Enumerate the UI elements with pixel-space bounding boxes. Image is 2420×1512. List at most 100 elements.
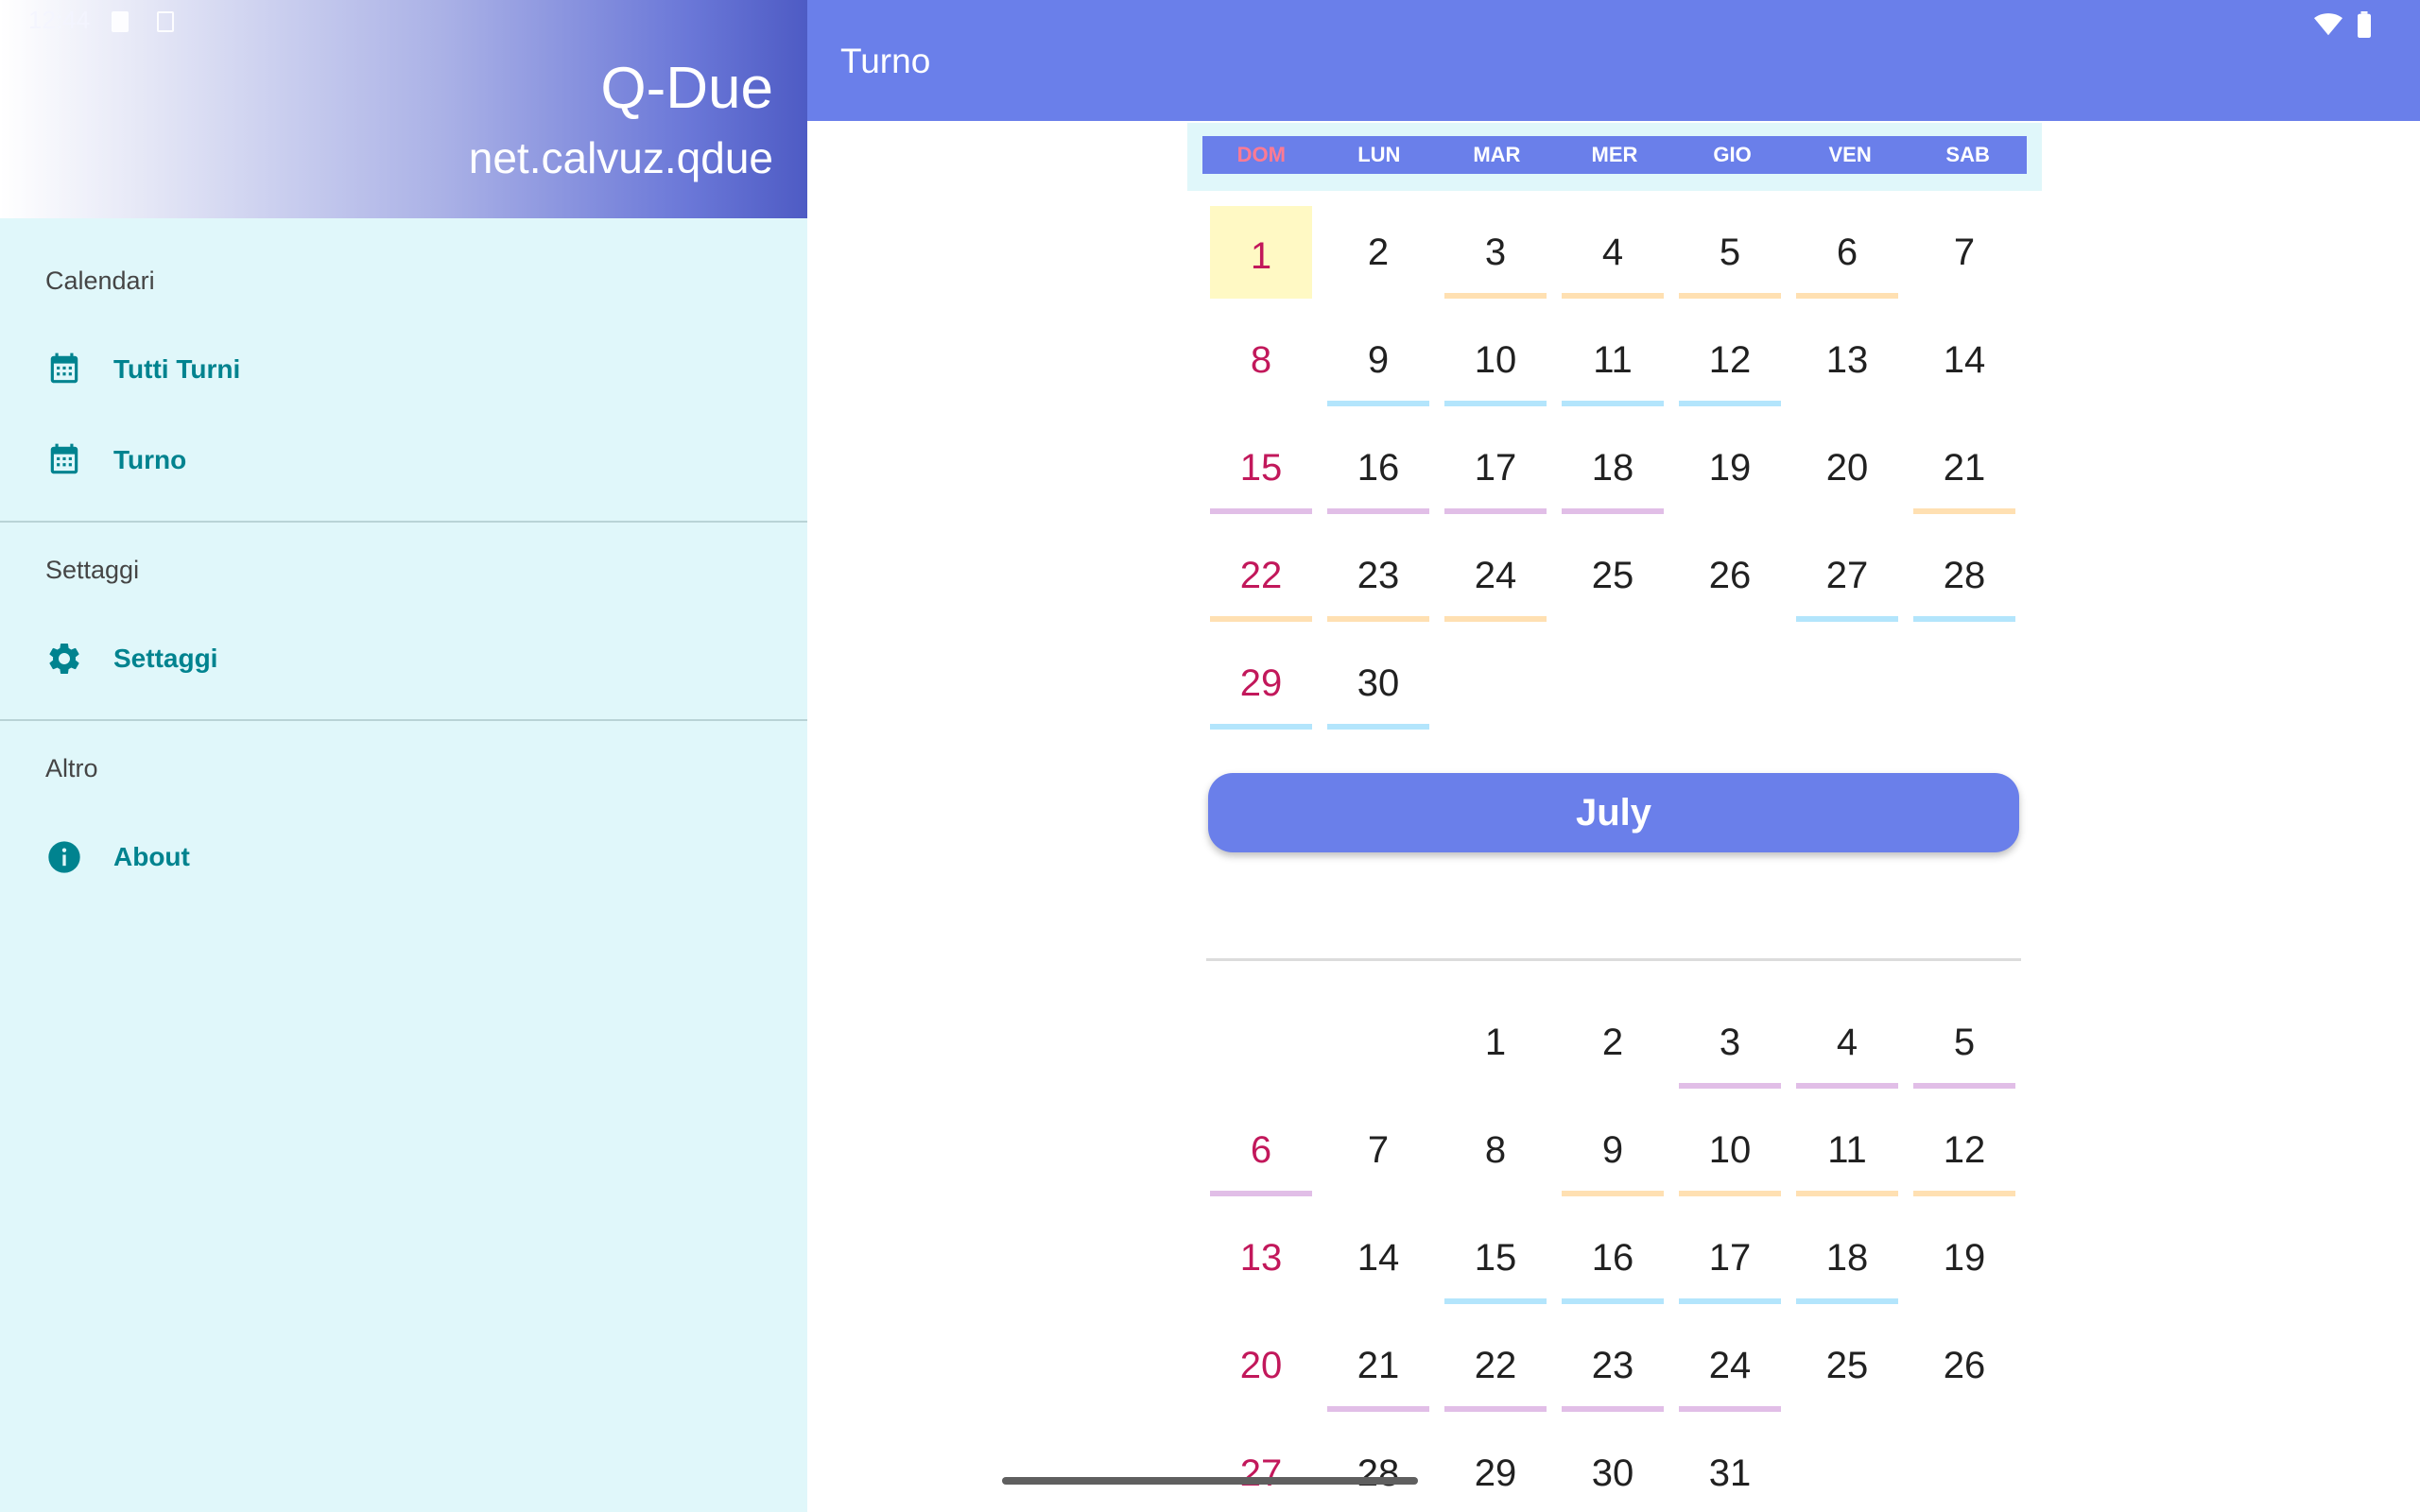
calendar-day[interactable]: 21 [1913, 425, 2015, 514]
calendar-day[interactable]: 9 [1327, 318, 1429, 406]
calendar-day[interactable]: 11 [1796, 1108, 1898, 1196]
weekday-label: MER [1591, 143, 1638, 166]
menu-item-label: Tutti Turni [113, 354, 241, 384]
day-number: 19 [1708, 447, 1752, 489]
calendar-day[interactable]: 25 [1796, 1323, 1898, 1408]
shift-indicator [1210, 1191, 1312, 1196]
menu-item-about[interactable]: About [0, 816, 807, 898]
calendar-day[interactable]: 4 [1562, 210, 1664, 299]
calendar-day[interactable]: 12 [1679, 318, 1781, 406]
shift-indicator [1796, 616, 1898, 622]
calendar-day[interactable]: 28 [1913, 533, 2015, 622]
day-number: 16 [1357, 447, 1400, 489]
calendar-day[interactable]: 12 [1913, 1108, 2015, 1196]
calendar-day[interactable]: 24 [1444, 533, 1547, 622]
menu-item-tutti-turni[interactable]: Tutti Turni [0, 329, 807, 410]
shift-indicator [1210, 508, 1312, 514]
day-number: 1 [1250, 235, 1272, 277]
calendar-day[interactable]: 21 [1327, 1323, 1429, 1412]
calendar-day[interactable]: 10 [1679, 1108, 1781, 1196]
calendar-day[interactable]: 29 [1210, 641, 1312, 730]
shift-indicator [1444, 616, 1547, 622]
calendar-day[interactable]: 19 [1679, 425, 1781, 510]
calendar-day[interactable]: 5 [1913, 1000, 2015, 1089]
calendar-day[interactable]: 19 [1913, 1215, 2015, 1300]
calendar-day[interactable]: 4 [1796, 1000, 1898, 1089]
calendar-day[interactable]: 18 [1562, 425, 1664, 514]
calendar-day[interactable]: 8 [1210, 318, 1312, 403]
calendar-day[interactable]: 5 [1679, 210, 1781, 299]
calendar-day[interactable]: 20 [1796, 425, 1898, 510]
calendar-day[interactable]: 26 [1913, 1323, 2015, 1408]
calendar-day[interactable]: 14 [1913, 318, 2015, 403]
day-number: 28 [1943, 555, 1986, 596]
calendar-day[interactable]: 10 [1444, 318, 1547, 406]
calendar-day[interactable]: 13 [1210, 1215, 1312, 1300]
calendar-day[interactable]: 8 [1444, 1108, 1547, 1193]
shift-indicator [1210, 724, 1312, 730]
info-icon [45, 838, 83, 876]
calendar-day[interactable]: 27 [1796, 533, 1898, 622]
menu-item-settaggi[interactable]: Settaggi [0, 618, 807, 699]
calendar-day[interactable]: 7 [1913, 210, 2015, 295]
page-title: Turno [840, 42, 931, 80]
calendar-day[interactable]: 22 [1210, 533, 1312, 622]
day-number: 26 [1708, 555, 1752, 596]
day-number: 4 [1836, 1022, 1858, 1063]
calendar-day[interactable]: 3 [1444, 210, 1547, 299]
menu-item-turno[interactable]: Turno [0, 420, 807, 501]
calendar-day[interactable]: 16 [1562, 1215, 1664, 1304]
calendar-day[interactable]: 9 [1562, 1108, 1664, 1196]
shift-indicator [1913, 616, 2015, 622]
calendar-day[interactable]: 29 [1444, 1431, 1547, 1512]
weekday-header: DOM LUN MAR MER GIO VEN SAB [1187, 123, 2042, 191]
calendar-day[interactable]: 26 [1679, 533, 1781, 618]
day-number: 15 [1239, 447, 1283, 489]
calendar-day[interactable]: 22 [1444, 1323, 1547, 1412]
calendar-day[interactable]: 24 [1679, 1323, 1781, 1412]
calendar-day[interactable]: 27 [1210, 1431, 1312, 1512]
section-title-calendari: Calendari [45, 266, 155, 295]
calendar-day[interactable]: 25 [1562, 533, 1664, 618]
calendar-day[interactable]: 2 [1327, 210, 1429, 295]
calendar-day[interactable]: 6 [1796, 210, 1898, 299]
shift-indicator [1562, 1298, 1664, 1304]
calendar-day[interactable]: 2 [1562, 1000, 1664, 1085]
day-number: 9 [1367, 339, 1390, 381]
day-number: 7 [1953, 232, 1976, 273]
gesture-nav-handle[interactable] [1002, 1477, 1418, 1485]
calendar-day[interactable]: 3 [1679, 1000, 1781, 1089]
calendar-day[interactable]: 20 [1210, 1323, 1312, 1408]
calendar-day[interactable]: 1 [1444, 1000, 1547, 1085]
shift-indicator [1444, 508, 1547, 514]
calendar-day[interactable]: 17 [1444, 425, 1547, 514]
calendar-icon [45, 441, 83, 479]
calendar-day[interactable]: 13 [1796, 318, 1898, 403]
day-number: 29 [1474, 1452, 1517, 1494]
calendar-day[interactable]: 18 [1796, 1215, 1898, 1304]
day-number: 24 [1474, 555, 1517, 596]
month-header[interactable]: July [1208, 773, 2019, 852]
calendar-day[interactable]: 30 [1562, 1431, 1664, 1512]
shift-indicator [1913, 1191, 2015, 1196]
calendar-day[interactable]: 16 [1327, 425, 1429, 514]
day-number: 16 [1591, 1237, 1634, 1279]
calendar-day[interactable]: 1 [1210, 206, 1312, 299]
day-number: 22 [1239, 555, 1283, 596]
calendar-day[interactable]: 23 [1562, 1323, 1664, 1412]
calendar-day[interactable]: 31 [1679, 1431, 1781, 1512]
day-number: 27 [1239, 1452, 1283, 1494]
day-number: 2 [1601, 1022, 1624, 1063]
calendar-day[interactable]: 28 [1327, 1431, 1429, 1512]
shift-indicator [1562, 1406, 1664, 1412]
calendar-day[interactable]: 7 [1327, 1108, 1429, 1193]
calendar-day[interactable]: 6 [1210, 1108, 1312, 1196]
calendar-day[interactable]: 15 [1210, 425, 1312, 514]
calendar-day[interactable]: 23 [1327, 533, 1429, 622]
calendar-day[interactable]: 30 [1327, 641, 1429, 730]
calendar-day[interactable]: 11 [1562, 318, 1664, 406]
calendar-day[interactable]: 14 [1327, 1215, 1429, 1300]
shift-indicator [1913, 1083, 2015, 1089]
calendar-day[interactable]: 15 [1444, 1215, 1547, 1304]
calendar-day[interactable]: 17 [1679, 1215, 1781, 1304]
